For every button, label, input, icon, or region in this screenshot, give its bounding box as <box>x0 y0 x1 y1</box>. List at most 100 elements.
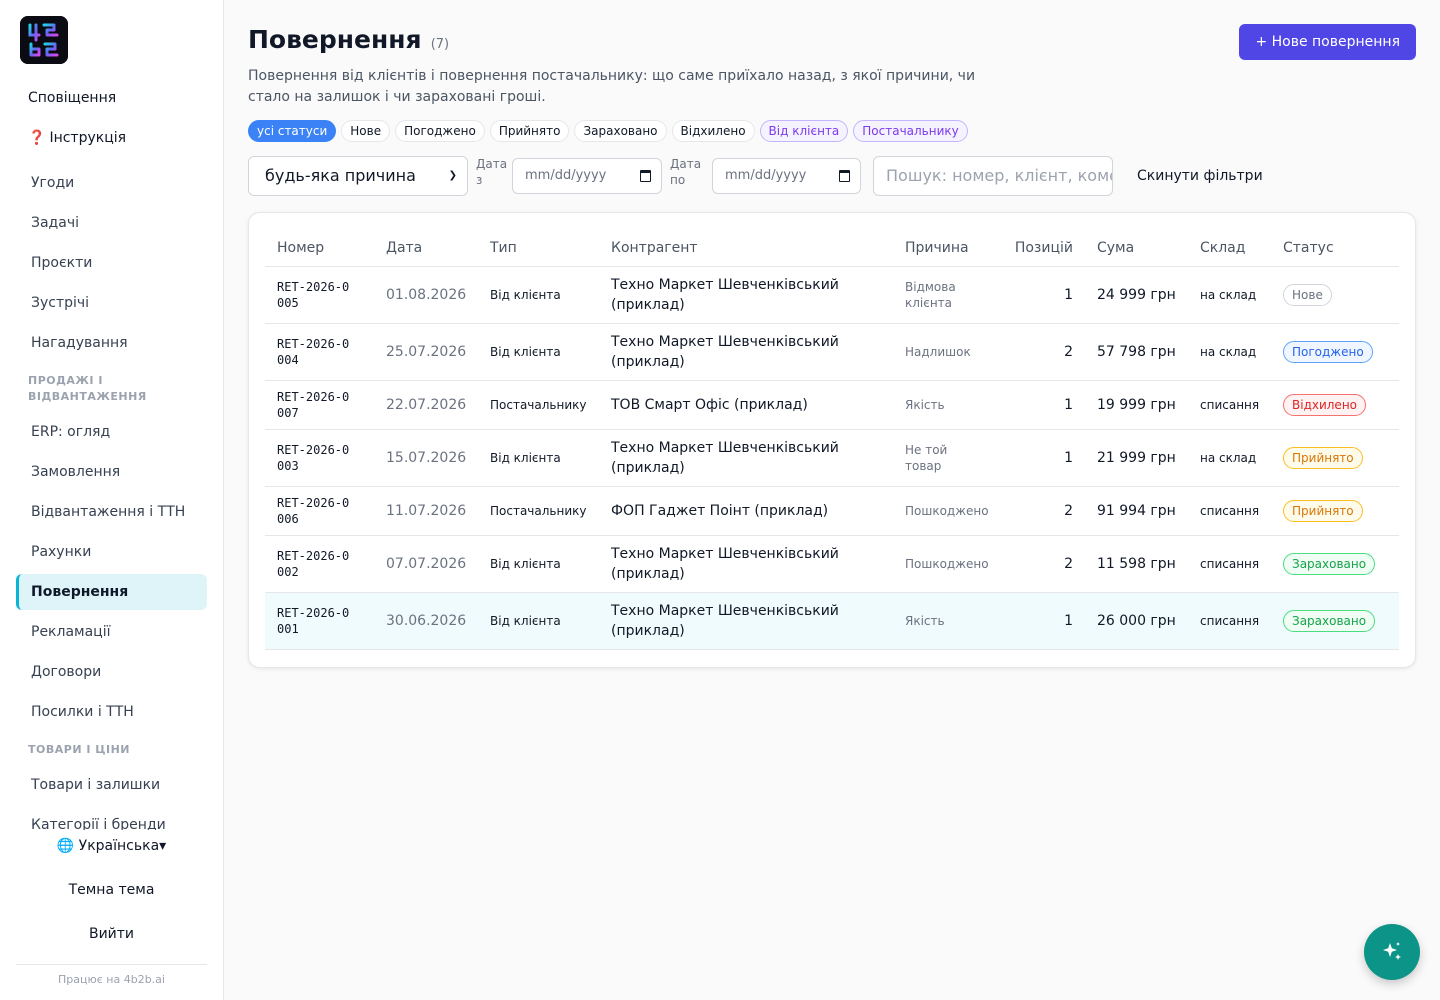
table-row[interactable]: RET-2026-0004 25.07.2026 Від клієнта Тех… <box>265 323 1399 381</box>
chip-to-supplier[interactable]: Постачальнику <box>853 120 968 142</box>
sidebar-item-tasks[interactable]: Задачі <box>16 205 207 241</box>
nav-help[interactable]: ❓ Інструкція <box>16 118 207 158</box>
col-date[interactable]: Дата <box>374 231 478 267</box>
reset-filters-button[interactable]: Скинути фільтри <box>1137 156 1263 196</box>
status-chips: усі статуси Нове Погоджено Прийнято Зарахова… <box>248 120 1416 142</box>
sparkles-icon <box>1383 942 1401 960</box>
nav-notifications[interactable]: Сповіщення <box>16 78 207 118</box>
chip-new[interactable]: Нове <box>341 120 391 142</box>
cell-date: 11.07.2026 <box>374 486 478 536</box>
question-icon: ❓ <box>28 130 46 146</box>
language-select[interactable]: 🌐 Українська▾ <box>16 828 207 868</box>
cell-reason: Пошкоджено <box>893 486 994 536</box>
sidebar-item-reminders[interactable]: Нагадування <box>16 325 207 361</box>
cell-status: Зараховано <box>1271 592 1399 650</box>
cell-date: 22.07.2026 <box>374 380 478 430</box>
sidebar-item-erp[interactable]: ERP: огляд <box>16 414 207 450</box>
cell-sum: 24 999 грн <box>1085 266 1188 324</box>
sidebar-item-contracts[interactable]: Договори <box>16 654 207 690</box>
returns-table: Номер Дата Тип Контрагент Причина Позиці… <box>265 231 1399 650</box>
chip-credited[interactable]: Зараховано <box>574 120 667 142</box>
cell-number: RET-2026-0005 <box>265 266 374 324</box>
col-status[interactable]: Статус <box>1271 231 1399 267</box>
cell-status: Прийнято <box>1271 486 1399 536</box>
table-row[interactable]: RET-2026-0006 11.07.2026 Постачальнику Ф… <box>265 486 1399 536</box>
cell-number: RET-2026-0006 <box>265 486 374 536</box>
table-row[interactable]: RET-2026-0002 07.07.2026 Від клієнта Тех… <box>265 535 1399 593</box>
sidebar-footer: 🌐 Українська▾ Темна тема Вийти Працює на… <box>16 828 207 986</box>
col-number[interactable]: Номер <box>265 231 374 267</box>
sidebar-item-deals[interactable]: Угоди <box>16 165 207 201</box>
cell-date: 25.07.2026 <box>374 323 478 381</box>
col-warehouse[interactable]: Склад <box>1188 231 1271 267</box>
cell-reason: Пошкоджено <box>893 535 994 593</box>
search-input[interactable] <box>886 166 1112 185</box>
powered-by: Працює на 4b2b.ai <box>58 973 165 986</box>
sidebar-item-meetings[interactable]: Зустрічі <box>16 285 207 321</box>
cell-date: 15.07.2026 <box>374 429 478 487</box>
table-row[interactable]: RET-2026-0005 01.08.2026 Від клієнта Тех… <box>265 266 1399 324</box>
cell-warehouse: списання <box>1188 486 1271 536</box>
cell-counterparty: ФОП Гаджет Поінт (приклад) <box>599 486 893 536</box>
search-box <box>873 156 1113 196</box>
sidebar-item-projects[interactable]: Проєкти <box>16 245 207 281</box>
sidebar-item-returns[interactable]: Повернення <box>16 574 207 610</box>
reason-select[interactable]: будь-яка причина ❯ <box>248 156 468 196</box>
cell-type: Від клієнта <box>478 266 599 324</box>
table-row[interactable]: RET-2026-0003 15.07.2026 Від клієнта Тех… <box>265 429 1399 487</box>
sidebar-item-shipments[interactable]: Відвантаження і ТТН <box>16 494 207 530</box>
sidebar-item-categories[interactable]: Категорії і бренди <box>16 807 207 830</box>
ai-assistant-button[interactable] <box>1364 924 1420 980</box>
chip-approved[interactable]: Погоджено <box>395 120 485 142</box>
cell-counterparty: Техно Маркет Шевченківський (приклад) <box>599 429 893 487</box>
cell-positions: 2 <box>994 323 1085 381</box>
cell-positions: 1 <box>994 380 1085 430</box>
nav-section-sales: ПРОДАЖІ І ВІДВАНТАЖЕННЯ <box>28 374 147 403</box>
date-from-input[interactable]: mm/dd/yyyy <box>512 158 662 194</box>
cell-warehouse: на склад <box>1188 323 1271 381</box>
status-badge: Зараховано <box>1283 552 1376 575</box>
col-sum[interactable]: Сума <box>1085 231 1188 267</box>
cell-number: RET-2026-0002 <box>265 535 374 593</box>
dark-theme-button[interactable]: Темна тема <box>16 872 207 912</box>
chip-all-statuses[interactable]: усі статуси <box>248 120 337 142</box>
new-return-button[interactable]: + Нове повернення <box>1239 24 1416 60</box>
cell-type: Постачальнику <box>478 380 599 430</box>
cell-sum: 19 999 грн <box>1085 380 1188 430</box>
sidebar-nav[interactable]: Сповіщення ❓ Інструкція Угоди Задачі Проє… <box>0 78 223 830</box>
cell-reason: Надлишок <box>893 323 994 381</box>
date-from-label: Дата з <box>476 157 508 187</box>
col-type[interactable]: Тип <box>478 231 599 267</box>
cell-warehouse: на склад <box>1188 266 1271 324</box>
calendar-icon[interactable] <box>839 170 850 182</box>
date-to-input[interactable]: mm/dd/yyyy <box>712 158 861 194</box>
status-badge: Нове <box>1283 283 1332 306</box>
sidebar-item-claims[interactable]: Рекламації <box>16 614 207 650</box>
status-badge: Прийнято <box>1283 499 1363 522</box>
cell-type: Від клієнта <box>478 323 599 381</box>
table-row[interactable]: RET-2026-0007 22.07.2026 Постачальнику Т… <box>265 380 1399 430</box>
table-row[interactable]: RET-2026-0001 30.06.2026 Від клієнта Тех… <box>265 592 1399 650</box>
sidebar-item-products[interactable]: Товари і залишки <box>16 767 207 803</box>
title-count: (7) <box>430 37 450 52</box>
col-positions[interactable]: Позицій <box>994 231 1085 267</box>
logout-button[interactable]: Вийти <box>16 916 207 956</box>
chip-from-client[interactable]: Від клієнта <box>759 120 849 142</box>
cell-type: Від клієнта <box>478 592 599 650</box>
cell-type: Від клієнта <box>478 429 599 487</box>
sidebar: Сповіщення ❓ Інструкція Угоди Задачі Проє… <box>0 0 224 1000</box>
filters-bar: будь-яка причина ❯ Дата з mm/dd/yyyy Дат… <box>248 156 1416 196</box>
col-reason[interactable]: Причина <box>893 231 994 267</box>
calendar-icon[interactable] <box>640 170 651 182</box>
col-counterparty[interactable]: Контрагент <box>599 231 893 267</box>
cell-warehouse: списання <box>1188 535 1271 593</box>
logo-icon[interactable] <box>20 16 68 64</box>
page-title: Повернення <box>248 25 422 54</box>
chip-accepted[interactable]: Прийнято <box>489 120 570 142</box>
sidebar-item-invoices[interactable]: Рахунки <box>16 534 207 570</box>
sidebar-item-parcels[interactable]: Посилки і ТТН <box>16 694 207 730</box>
cell-sum: 21 999 грн <box>1085 429 1188 487</box>
chip-rejected[interactable]: Відхилено <box>671 120 755 142</box>
cell-reason: Якість <box>893 592 994 650</box>
sidebar-item-orders[interactable]: Замовлення <box>16 454 207 490</box>
